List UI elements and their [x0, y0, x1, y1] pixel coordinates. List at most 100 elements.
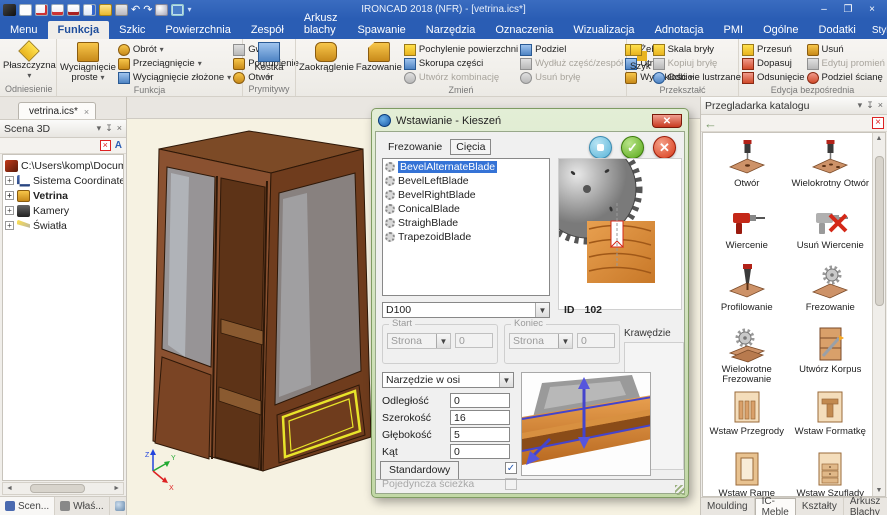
szyk-button[interactable]: Szyk	[630, 41, 651, 84]
dialog-close-button[interactable]: ✕	[652, 113, 682, 128]
panel-pin-icon[interactable]: ↧	[105, 123, 113, 134]
catalog-back-icon[interactable]: ←	[704, 117, 717, 130]
blade-item-selected[interactable]: BevelAlternateBlade	[384, 160, 548, 174]
render-sphere-icon[interactable]	[155, 3, 169, 16]
tab-funkcja[interactable]: Funkcja	[47, 21, 110, 39]
wyciagniecie-zlozone-button[interactable]: Wyciągnięcie złożone ▾	[117, 71, 231, 84]
tree-item-vetrina[interactable]: + Vetrina	[5, 188, 121, 203]
glebokosc-input[interactable]: 5	[450, 427, 510, 442]
odleglosc-input[interactable]: 0	[450, 393, 510, 408]
wydluz-button[interactable]: Wydłuż część/zespół	[520, 57, 623, 70]
tree-item-swiatla[interactable]: + Światła	[5, 218, 121, 233]
catalog-scrollbar-thumb[interactable]	[874, 156, 884, 306]
document-options-icon[interactable]	[83, 3, 96, 16]
tree-item-kamery[interactable]: + Kamery	[5, 203, 121, 218]
zaokraglenie-button[interactable]: Zaokrąglenie	[299, 41, 354, 84]
tool-position-dropdown[interactable]: Narzędzie w osi ▼	[382, 372, 514, 388]
panel-close-icon[interactable]: ×	[117, 123, 122, 134]
tree-item-scene-root[interactable]: C:\Users\komp\Documents\G	[5, 158, 123, 173]
catalog-item-wstaw-rame[interactable]: Wstaw Ramę	[705, 447, 789, 496]
start-value-input[interactable]: 0	[455, 333, 493, 348]
save-icon[interactable]	[115, 3, 128, 16]
odsuniecie-button[interactable]: Odsunięcie	[742, 71, 805, 84]
cancel-button[interactable]: ✕	[653, 136, 676, 159]
app-logo-icon[interactable]	[3, 3, 16, 16]
blade-item[interactable]: BevelLeftBlade	[384, 174, 548, 188]
tab-menu[interactable]: Menu	[0, 21, 48, 39]
catalog-item-utworz-korpus[interactable]: Utwórz Korpus	[789, 323, 873, 385]
blade-size-dropdown[interactable]: D100 ▼	[382, 302, 550, 318]
expand-icon[interactable]: +	[5, 221, 14, 230]
dialog-titlebar[interactable]: Wstawianie - Kieszeń ✕	[375, 112, 685, 131]
open-scene-icon[interactable]	[35, 3, 48, 16]
edytuj-promien-button[interactable]: Edytuj promień	[806, 57, 885, 70]
usun-bryle-button[interactable]: Usuń bryłę	[520, 71, 623, 84]
tab-arkusz-blachy[interactable]: Arkusz blachy	[294, 9, 348, 39]
catalog-item-wielokrotne-frezowanie[interactable]: Wielokrotne Frezowanie	[705, 323, 789, 385]
kombinacja-button[interactable]: Utwórz kombinację	[403, 71, 518, 84]
catalog-scrollbar[interactable]: ▲ ▼	[872, 133, 885, 496]
tab-spawanie[interactable]: Spawanie	[347, 21, 415, 39]
blade-item[interactable]: TrapezoidBlade	[384, 230, 548, 244]
dropdown-caret-icon[interactable]: ▼	[499, 373, 513, 387]
catalog-item-wstaw-szuflady[interactable]: Wstaw Szuflady	[789, 447, 873, 496]
apply-button[interactable]	[589, 136, 612, 159]
grid-display-icon[interactable]	[171, 3, 185, 16]
expand-icon[interactable]: +	[5, 206, 14, 215]
find-text-icon[interactable]: A	[115, 140, 122, 151]
dialog-tab-frezowanie[interactable]: Frezowanie	[382, 139, 448, 155]
expand-icon[interactable]: +	[5, 191, 14, 200]
qat-overflow-icon[interactable]: ▾	[187, 5, 191, 14]
tab-oznaczenia[interactable]: Oznaczenia	[485, 21, 563, 39]
fazowanie-button[interactable]: Fazowanie	[356, 41, 402, 84]
catalog-item-wstaw-przegrody[interactable]: Wstaw Przegrody	[705, 385, 789, 447]
panel-menu-icon[interactable]: ▾	[97, 123, 102, 134]
import-part-icon[interactable]	[51, 3, 64, 16]
catalog-tab-ic-meble[interactable]: IC-Meble	[754, 496, 796, 515]
blade-item[interactable]: BevelRightBlade	[384, 188, 548, 202]
tab-ogolne[interactable]: Ogólne	[753, 21, 808, 39]
kostka-button[interactable]: Kostka ▾	[246, 41, 292, 83]
tab-szkic[interactable]: Szkic	[109, 21, 155, 39]
skala-bryly-button[interactable]: Skala bryły	[652, 43, 748, 56]
catalog-tab-ksztalty[interactable]: Kształty	[796, 498, 844, 515]
undo-icon[interactable]: ↶	[131, 3, 140, 16]
scrollbar-thumb[interactable]	[29, 484, 85, 493]
tab-pmi[interactable]: PMI	[714, 21, 754, 39]
usun-button[interactable]: Usuń	[806, 43, 885, 56]
start-side-dropdown[interactable]: Strona ▼	[387, 333, 451, 349]
tab-dodatki[interactable]: Dodatki	[809, 21, 866, 39]
scroll-up-icon[interactable]: ▲	[876, 133, 883, 144]
catalog-pin-icon[interactable]: ↧	[866, 100, 874, 111]
document-tab-close-icon[interactable]: ×	[84, 107, 89, 117]
blade-item[interactable]: StraighBlade	[384, 216, 548, 230]
blade-list[interactable]: BevelAlternateBlade BevelLeftBlade Bevel…	[382, 158, 550, 296]
tab-adnotacja[interactable]: Adnotacja	[645, 21, 714, 39]
wyciagniecie-proste-button[interactable]: Wyciągnięcie proste ▾	[60, 41, 116, 84]
dialog-resize-grip[interactable]	[675, 485, 685, 495]
ok-button[interactable]: ✓	[621, 136, 644, 159]
export-part-icon[interactable]	[67, 3, 80, 16]
dopasuj-button[interactable]: Dopasuj	[742, 57, 805, 70]
plaszczyzna-button[interactable]: Płaszczyzna ▾	[3, 40, 56, 83]
scroll-down-icon[interactable]: ▼	[876, 485, 883, 496]
close-button[interactable]: ×	[861, 3, 883, 17]
tree-item-coordinate-system[interactable]: + Sistema Coordinate Global	[5, 173, 123, 188]
style-dropdown[interactable]: Style	[872, 25, 887, 36]
minimize-button[interactable]: –	[813, 3, 835, 17]
expand-icon[interactable]: +	[5, 176, 14, 185]
przeciagniecie-button[interactable]: Przeciągnięcie ▾	[117, 57, 231, 70]
redo-icon[interactable]: ↷	[143, 3, 152, 16]
sharp-corner-checkbox[interactable]: ✓	[505, 462, 517, 474]
scroll-left-icon[interactable]: ◄	[3, 485, 16, 492]
podziel-sciane-button[interactable]: Podziel ścianę	[806, 71, 885, 84]
catalog-tab-arkusz-blachy[interactable]: Arkusz Blachy	[844, 496, 887, 515]
catalog-tab-moulding[interactable]: Moulding	[701, 498, 755, 515]
dropdown-caret-icon[interactable]: ▼	[535, 303, 549, 317]
open-folder-icon[interactable]	[99, 3, 112, 16]
tab-zespol[interactable]: Zespół	[241, 21, 294, 39]
catalog-item-frezowanie[interactable]: Frezowanie	[789, 261, 873, 323]
dialog-tab-ciecia[interactable]: Cięcia	[450, 139, 492, 155]
tree-horizontal-scrollbar[interactable]: ◄ ►	[2, 482, 124, 495]
clear-filter-icon[interactable]: ×	[99, 140, 111, 151]
